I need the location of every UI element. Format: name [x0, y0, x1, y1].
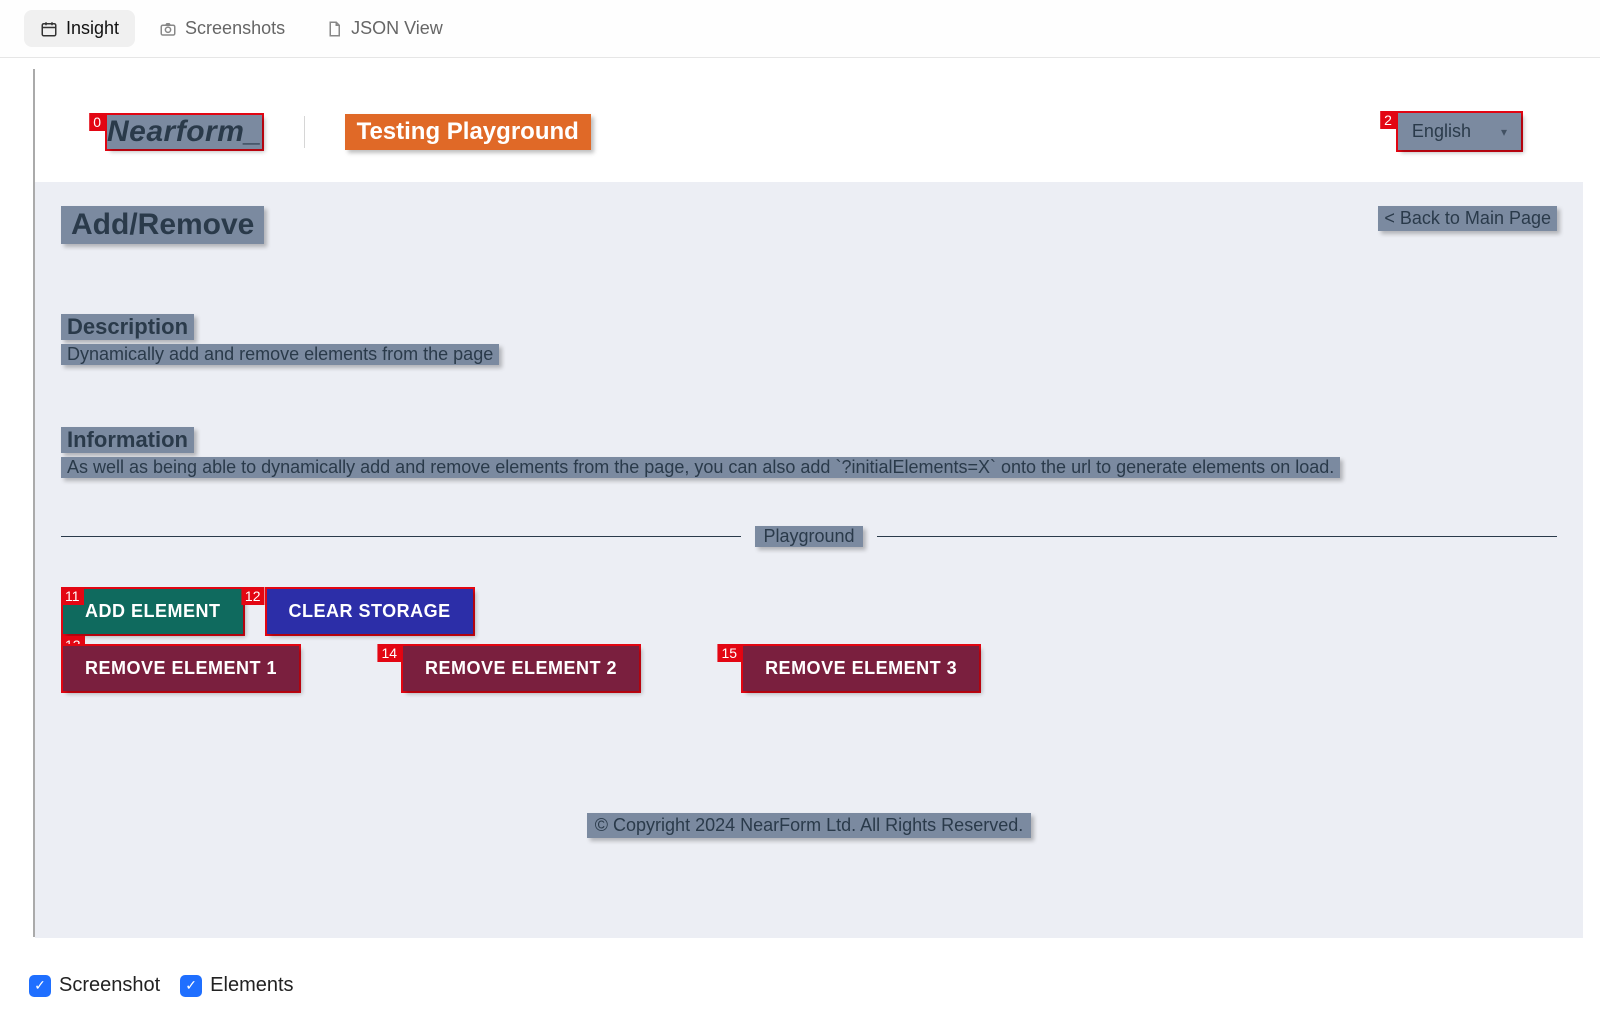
- copyright-footer: © Copyright 2024 NearForm Ltd. All Right…: [587, 813, 1031, 838]
- overlay-index: 2: [1380, 111, 1396, 129]
- overlay-index: 15: [717, 644, 741, 662]
- information-heading: Information: [61, 427, 194, 453]
- file-icon: [325, 20, 343, 38]
- language-value: English: [1412, 121, 1471, 142]
- remove-button-row: REMOVE ELEMENT 1 14 REMOVE ELEMENT 2 15 …: [61, 644, 1557, 693]
- action-button-row: 11 13 ADD ELEMENT 12 CLEAR STORAGE: [61, 587, 1557, 636]
- tab-json-view[interactable]: JSON View: [309, 10, 459, 47]
- vertical-divider: [304, 116, 305, 148]
- tab-screenshots[interactable]: Screenshots: [143, 10, 301, 47]
- calendar-icon: [40, 20, 58, 38]
- back-link[interactable]: < Back to Main Page: [1378, 206, 1557, 231]
- brand-overlay: 0 Nearform_: [105, 113, 264, 151]
- viewport-area: 0 Nearform_ Testing Playground 2 English…: [16, 58, 1584, 1008]
- elements-checkbox[interactable]: ✓ Elements: [180, 974, 293, 997]
- overlay-index: 12: [241, 587, 265, 605]
- information-text: As well as being able to dynamically add…: [61, 457, 1340, 478]
- content-panel: < Back to Main Page Add/Remove Descripti…: [35, 182, 1583, 938]
- tab-label: JSON View: [351, 18, 443, 39]
- check-icon: ✓: [180, 975, 202, 997]
- divider-line: [61, 536, 741, 537]
- divider-line: [877, 536, 1557, 537]
- clear-storage-button[interactable]: CLEAR STORAGE: [267, 589, 473, 634]
- tab-insight[interactable]: Insight: [24, 10, 135, 47]
- description-heading: Description: [61, 314, 194, 340]
- overlay-index: 11: [61, 587, 84, 605]
- remove1-overlay: REMOVE ELEMENT 1: [61, 644, 301, 693]
- remove-element-button[interactable]: REMOVE ELEMENT 2: [403, 646, 639, 691]
- remove-element-button[interactable]: REMOVE ELEMENT 3: [743, 646, 979, 691]
- remove-element-button[interactable]: REMOVE ELEMENT 1: [63, 646, 299, 691]
- chevron-down-icon: ▾: [1501, 125, 1507, 139]
- brand-logo[interactable]: Nearform_: [107, 115, 262, 149]
- footer-row: © Copyright 2024 NearForm Ltd. All Right…: [61, 813, 1557, 838]
- playground-divider: Playground: [61, 526, 1557, 547]
- language-select[interactable]: English ▾: [1398, 113, 1521, 150]
- app-name: Testing Playground: [345, 114, 591, 150]
- description-text: Dynamically add and remove elements from…: [61, 344, 499, 365]
- screenshot-frame: 0 Nearform_ Testing Playground 2 English…: [33, 69, 1583, 937]
- bottom-bar: ✓ Screenshot ✓ Elements: [17, 974, 294, 997]
- page-title: Add/Remove: [61, 206, 264, 244]
- remove2-overlay: 14 REMOVE ELEMENT 2: [401, 644, 641, 693]
- page-header: 0 Nearform_ Testing Playground 2 English…: [35, 69, 1583, 182]
- tab-label: Screenshots: [185, 18, 285, 39]
- screenshot-checkbox[interactable]: ✓ Screenshot: [29, 974, 160, 997]
- tab-label: Insight: [66, 18, 119, 39]
- check-icon: ✓: [29, 975, 51, 997]
- screenshot-label: Screenshot: [59, 974, 160, 997]
- add-element-button[interactable]: ADD ELEMENT: [63, 589, 243, 634]
- elements-label: Elements: [210, 974, 293, 997]
- add-overlay: 11 13 ADD ELEMENT: [61, 587, 245, 636]
- camera-icon: [159, 20, 177, 38]
- clear-overlay: 12 CLEAR STORAGE: [265, 587, 475, 636]
- top-toolbar: Insight Screenshots JSON View: [0, 0, 1600, 58]
- playground-label: Playground: [755, 526, 862, 547]
- overlay-index: 0: [89, 113, 105, 131]
- remove3-overlay: 15 REMOVE ELEMENT 3: [741, 644, 981, 693]
- overlay-index: 14: [377, 644, 401, 662]
- language-overlay: 2 English ▾: [1396, 111, 1523, 152]
